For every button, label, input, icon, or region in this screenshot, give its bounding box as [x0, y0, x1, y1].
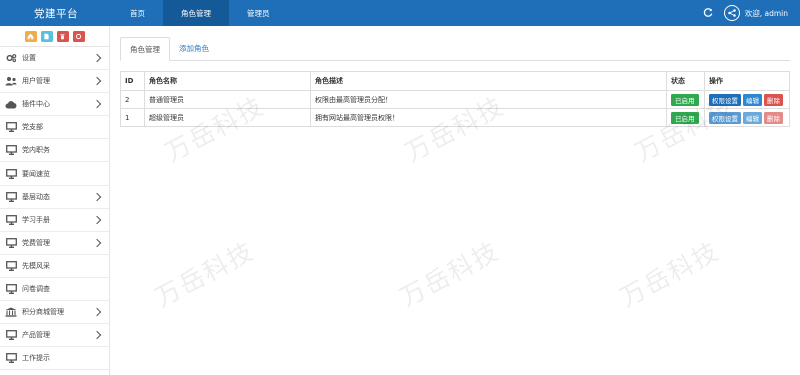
bank-icon — [5, 307, 17, 317]
nav-admins[interactable]: 管理员 — [229, 0, 288, 26]
chevron-right-icon — [92, 330, 102, 340]
sidebar-item[interactable]: 用户管理 — [0, 70, 109, 94]
user-menu[interactable]: 欢迎, admin — [723, 5, 788, 21]
sidebar-item[interactable]: 问卷调查 — [0, 278, 109, 302]
desktop-icon — [5, 191, 17, 202]
col-role-name: 角色名称 — [144, 71, 311, 91]
refresh-icon[interactable] — [702, 7, 714, 19]
row-role-name: 超级管理员 — [144, 108, 311, 127]
chevron-right-icon — [92, 76, 102, 86]
nav-home[interactable]: 首页 — [110, 0, 163, 26]
users-icon — [5, 76, 17, 86]
sidebar-item[interactable]: 工作提示 — [0, 347, 109, 371]
chevron-right-icon — [92, 215, 102, 224]
sidebar-item-label: 党费管理 — [22, 238, 50, 247]
chevron-right-icon — [92, 238, 102, 248]
desktop-icon — [5, 284, 17, 294]
sidebar-item[interactable]: 学习手册 — [0, 209, 109, 232]
chevron-right-icon — [92, 53, 102, 63]
sidebar-item-label: 工作提示 — [22, 354, 50, 363]
row-id: 1 — [120, 108, 145, 127]
sidebar-item[interactable]: 插件中心 — [0, 93, 109, 117]
row-role-name: 普通管理员 — [144, 90, 311, 109]
home-shortcut-icon[interactable] — [24, 30, 37, 42]
sidebar-item[interactable]: 要闻速览 — [0, 162, 109, 186]
table-row: 2 普通管理员 权限由最高管理员分配！ 已启用 权限设置 编辑 删除 — [120, 90, 790, 109]
tab-add-role[interactable]: 添加角色 — [170, 37, 218, 60]
row-role-desc: 权限由最高管理员分配！ — [310, 90, 667, 109]
sidebar-item[interactable]: 党支部 — [0, 116, 109, 140]
main-content: 角色管理 添加角色 ID 角色名称 角色描述 状态 操作 2 普通管理员 权限由… — [110, 26, 800, 375]
desktop-icon — [5, 237, 17, 248]
edit-button[interactable]: 编辑 — [743, 93, 762, 106]
sidebar-item[interactable]: 党费管理 — [0, 232, 109, 255]
top-navbar: 党建平台 首页 角色管理 管理员 欢迎, admin — [0, 0, 800, 26]
shortcut-bar — [0, 26, 109, 47]
chevron-right-icon — [92, 192, 102, 201]
sidebar-item[interactable]: 党内职务 — [0, 139, 109, 163]
col-status: 状态 — [666, 71, 705, 91]
sidebar-item[interactable]: 积分商城管理 — [0, 301, 109, 325]
sidebar-item-label: 产品管理 — [22, 331, 50, 340]
sidebar-item-label: 用户管理 — [22, 77, 50, 86]
tab-bar: 角色管理 添加角色 — [120, 37, 790, 61]
top-nav: 首页 角色管理 管理员 — [110, 0, 288, 26]
chevron-right-icon — [92, 99, 102, 109]
col-role-desc: 角色描述 — [310, 71, 667, 91]
sidebar-item-label: 设置 — [22, 54, 36, 63]
desktop-icon — [5, 260, 17, 271]
cloud-icon — [5, 99, 17, 109]
status-badge[interactable]: 已启用 — [671, 111, 699, 124]
row-id: 2 — [120, 90, 145, 109]
table-row: 1 超级管理员 拥有网站最高管理员权限！ 已启用 权限设置 编辑 删除 — [120, 108, 790, 127]
table-header-row: ID 角色名称 角色描述 状态 操作 — [120, 71, 790, 91]
permission-settings-button[interactable]: 权限设置 — [709, 93, 741, 106]
desktop-icon — [5, 145, 17, 156]
desktop-icon — [5, 214, 17, 225]
app-title[interactable]: 党建平台 — [0, 0, 110, 26]
edit-button[interactable]: 编辑 — [743, 111, 762, 124]
sidebar-item[interactable]: 基层动态 — [0, 186, 109, 209]
sidebar-item-label: 插件中心 — [22, 100, 50, 109]
sidebar-item[interactable]: 先模风采 — [0, 255, 109, 278]
sidebar-item-label: 党内职务 — [22, 146, 50, 155]
sidebar-item[interactable]: 产品管理 — [0, 324, 109, 348]
permission-settings-button[interactable]: 权限设置 — [709, 111, 741, 124]
trash-shortcut-icon[interactable] — [56, 30, 69, 42]
sidebar-item-label: 先模风采 — [22, 261, 50, 270]
delete-button[interactable]: 删除 — [764, 93, 783, 106]
user-greeting: 欢迎, admin — [744, 8, 788, 18]
col-id: ID — [120, 71, 145, 91]
document-shortcut-icon[interactable] — [40, 30, 53, 42]
sidebar-item-label: 积分商城管理 — [22, 308, 64, 317]
sidebar-item-label: 要闻速览 — [22, 169, 50, 178]
chevron-right-icon — [92, 307, 102, 317]
desktop-icon — [5, 330, 17, 341]
desktop-icon — [5, 122, 17, 133]
sidebar-menu: 设置用户管理插件中心党支部党内职务要闻速览基层动态学习手册党费管理先模风采问卷调… — [0, 47, 109, 371]
desktop-icon — [5, 168, 17, 179]
sidebar-item-label: 问卷调查 — [22, 284, 50, 293]
avatar-icon — [723, 5, 740, 21]
sidebar-item-label: 党支部 — [22, 123, 43, 132]
gears-icon — [5, 53, 17, 63]
sidebar: 设置用户管理插件中心党支部党内职务要闻速览基层动态学习手册党费管理先模风采问卷调… — [0, 26, 110, 375]
roles-table: ID 角色名称 角色描述 状态 操作 2 普通管理员 权限由最高管理员分配！ 已… — [120, 71, 790, 127]
sidebar-item[interactable]: 设置 — [0, 47, 109, 71]
sidebar-item-label: 学习手册 — [22, 215, 50, 224]
status-badge[interactable]: 已启用 — [671, 93, 699, 106]
tab-role-management[interactable]: 角色管理 — [120, 37, 170, 61]
delete-button[interactable]: 删除 — [764, 111, 783, 124]
desktop-icon — [5, 353, 17, 364]
col-actions: 操作 — [704, 71, 790, 91]
sidebar-item-label: 基层动态 — [22, 192, 50, 201]
nav-role-management[interactable]: 角色管理 — [163, 0, 229, 26]
recycle-shortcut-icon[interactable] — [72, 30, 85, 42]
row-role-desc: 拥有网站最高管理员权限！ — [310, 108, 667, 127]
